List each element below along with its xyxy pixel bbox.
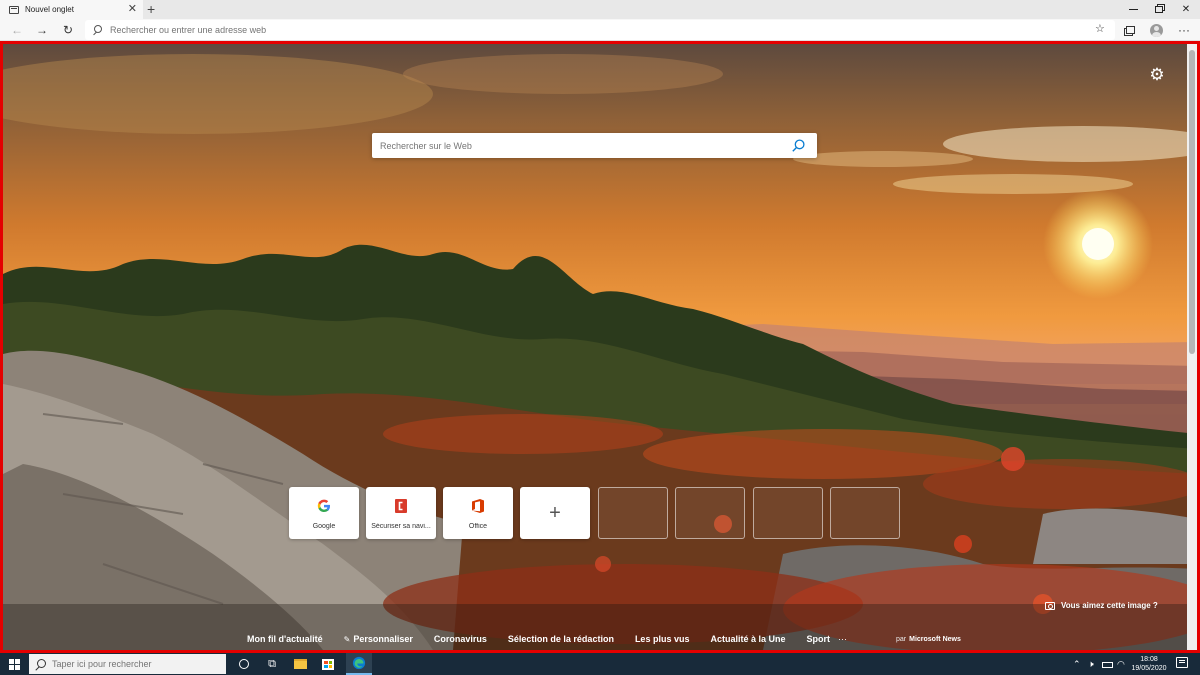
provider-prefix: par: [896, 635, 907, 643]
news-navigation: Mon fil d'actualité ✎ Personnaliser Coro…: [247, 632, 961, 646]
microsoft-store-button[interactable]: [320, 656, 336, 672]
avatar-icon: [1149, 23, 1163, 37]
cortana-circle-icon: [239, 659, 249, 669]
forward-button[interactable]: →: [33, 21, 51, 39]
address-input[interactable]: [110, 25, 1010, 35]
quick-link-label: Office: [468, 523, 488, 530]
empty-quick-link-slot: [753, 487, 823, 539]
favorite-star-icon[interactable]: ☆: [1095, 23, 1105, 35]
collections-button[interactable]: [1121, 21, 1139, 39]
address-bar[interactable]: [85, 20, 1115, 40]
clock-date: 19/05/2020: [1131, 665, 1167, 672]
office-icon: [472, 499, 484, 513]
add-quick-link-button[interactable]: +: [520, 487, 590, 539]
google-icon: [317, 499, 330, 512]
image-feedback-link[interactable]: Vous aimez cette image ?: [1045, 601, 1158, 610]
volume-muted-icon[interactable]: 🕨: [1088, 657, 1094, 671]
start-windows-icon[interactable]: [9, 659, 20, 670]
news-nav-coronavirus[interactable]: Coronavirus: [434, 634, 487, 644]
news-nav-top-stories[interactable]: Actualité à la Une: [710, 634, 785, 644]
task-view-button[interactable]: ⧉: [264, 656, 280, 672]
new-tab-page-icon: [9, 5, 19, 14]
close-window-button[interactable]: ✕: [1172, 0, 1200, 19]
taskbar-search-box[interactable]: [29, 654, 226, 674]
tab-title: Nouvel onglet: [25, 5, 74, 14]
image-feedback-label: Vous aimez cette image ?: [1061, 601, 1158, 610]
security-app-icon: [395, 499, 407, 513]
taskbar-clock[interactable]: 18:08 19/05/2020: [1131, 655, 1167, 673]
profile-button[interactable]: [1147, 21, 1165, 39]
navigation-bar: ← → ↻ ☆ ···: [0, 19, 1200, 41]
more-menu-button[interactable]: ···: [1175, 21, 1193, 39]
camera-icon: [1045, 601, 1055, 610]
news-nav-sport[interactable]: Sport: [807, 634, 831, 644]
action-center-notification-icon[interactable]: [1176, 657, 1188, 668]
file-explorer-button[interactable]: [292, 656, 308, 672]
provider-name: Microsoft News: [909, 635, 961, 643]
close-tab-icon[interactable]: ✕: [128, 2, 137, 16]
taskbar-search-input[interactable]: [52, 659, 222, 669]
back-button[interactable]: ←: [8, 21, 26, 39]
search-icon[interactable]: [792, 139, 805, 152]
empty-quick-link-slot: [598, 487, 668, 539]
search-icon: [35, 658, 46, 670]
news-provider-credit: par Microsoft News: [896, 636, 961, 643]
cortana-button[interactable]: [236, 656, 252, 672]
edge-browser-icon: [352, 656, 366, 670]
restore-button[interactable]: [1146, 0, 1172, 19]
page-settings-gear-icon[interactable]: ⚙: [1148, 66, 1166, 84]
empty-quick-link-slot: [675, 487, 745, 539]
news-nav-personalize[interactable]: ✎ Personnaliser: [344, 634, 413, 644]
pencil-icon: ✎: [343, 634, 351, 644]
minimize-icon: [1128, 9, 1138, 10]
news-nav-my-feed[interactable]: Mon fil d'actualité: [247, 634, 323, 644]
tab-strip: Nouvel onglet ✕ + ✕: [0, 0, 1200, 19]
search-icon: [92, 25, 102, 35]
new-tab-page: ⚙ Google Sécuriser sa navi... Office +: [0, 41, 1200, 653]
quick-link-office[interactable]: Office: [443, 487, 513, 539]
news-nav-label: Personnaliser: [353, 634, 413, 644]
store-bag-icon: [322, 658, 334, 670]
minimize-button[interactable]: [1120, 0, 1146, 19]
news-more-button[interactable]: ···: [838, 634, 847, 644]
battery-icon[interactable]: [1102, 657, 1113, 671]
quick-link-security[interactable]: Sécuriser sa navi...: [366, 487, 436, 539]
show-hidden-icons-chevron-icon[interactable]: ⌃: [1073, 657, 1081, 671]
web-search-input[interactable]: [380, 140, 780, 151]
restore-icon: [1155, 6, 1163, 13]
refresh-button[interactable]: ↻: [59, 21, 77, 39]
collections-icon: [1125, 26, 1135, 34]
quick-link-label: Sécuriser sa navi...: [371, 523, 431, 530]
clock-time: 18:08: [1140, 656, 1158, 663]
web-search-box[interactable]: [372, 133, 817, 158]
tab-new-tab[interactable]: Nouvel onglet ✕: [0, 0, 143, 19]
edge-taskbar-button[interactable]: [346, 653, 372, 675]
network-icon[interactable]: ◠: [1117, 657, 1125, 671]
new-tab-button[interactable]: +: [147, 1, 155, 17]
quick-link-google[interactable]: Google: [289, 487, 359, 539]
vertical-scrollbar[interactable]: [1187, 44, 1197, 650]
folder-icon: [293, 659, 307, 669]
news-nav-editors-pick[interactable]: Sélection de la rédaction: [508, 634, 614, 644]
empty-quick-link-slot: [830, 487, 900, 539]
windows-taskbar: ⧉ ⌃ 🕨 ◠ 18:08 19/05/2020: [0, 653, 1200, 675]
quick-link-label: Google: [312, 523, 336, 530]
scrollbar-thumb[interactable]: [1189, 50, 1195, 354]
news-nav-most-viewed[interactable]: Les plus vus: [635, 634, 690, 644]
plus-icon: +: [549, 502, 561, 524]
